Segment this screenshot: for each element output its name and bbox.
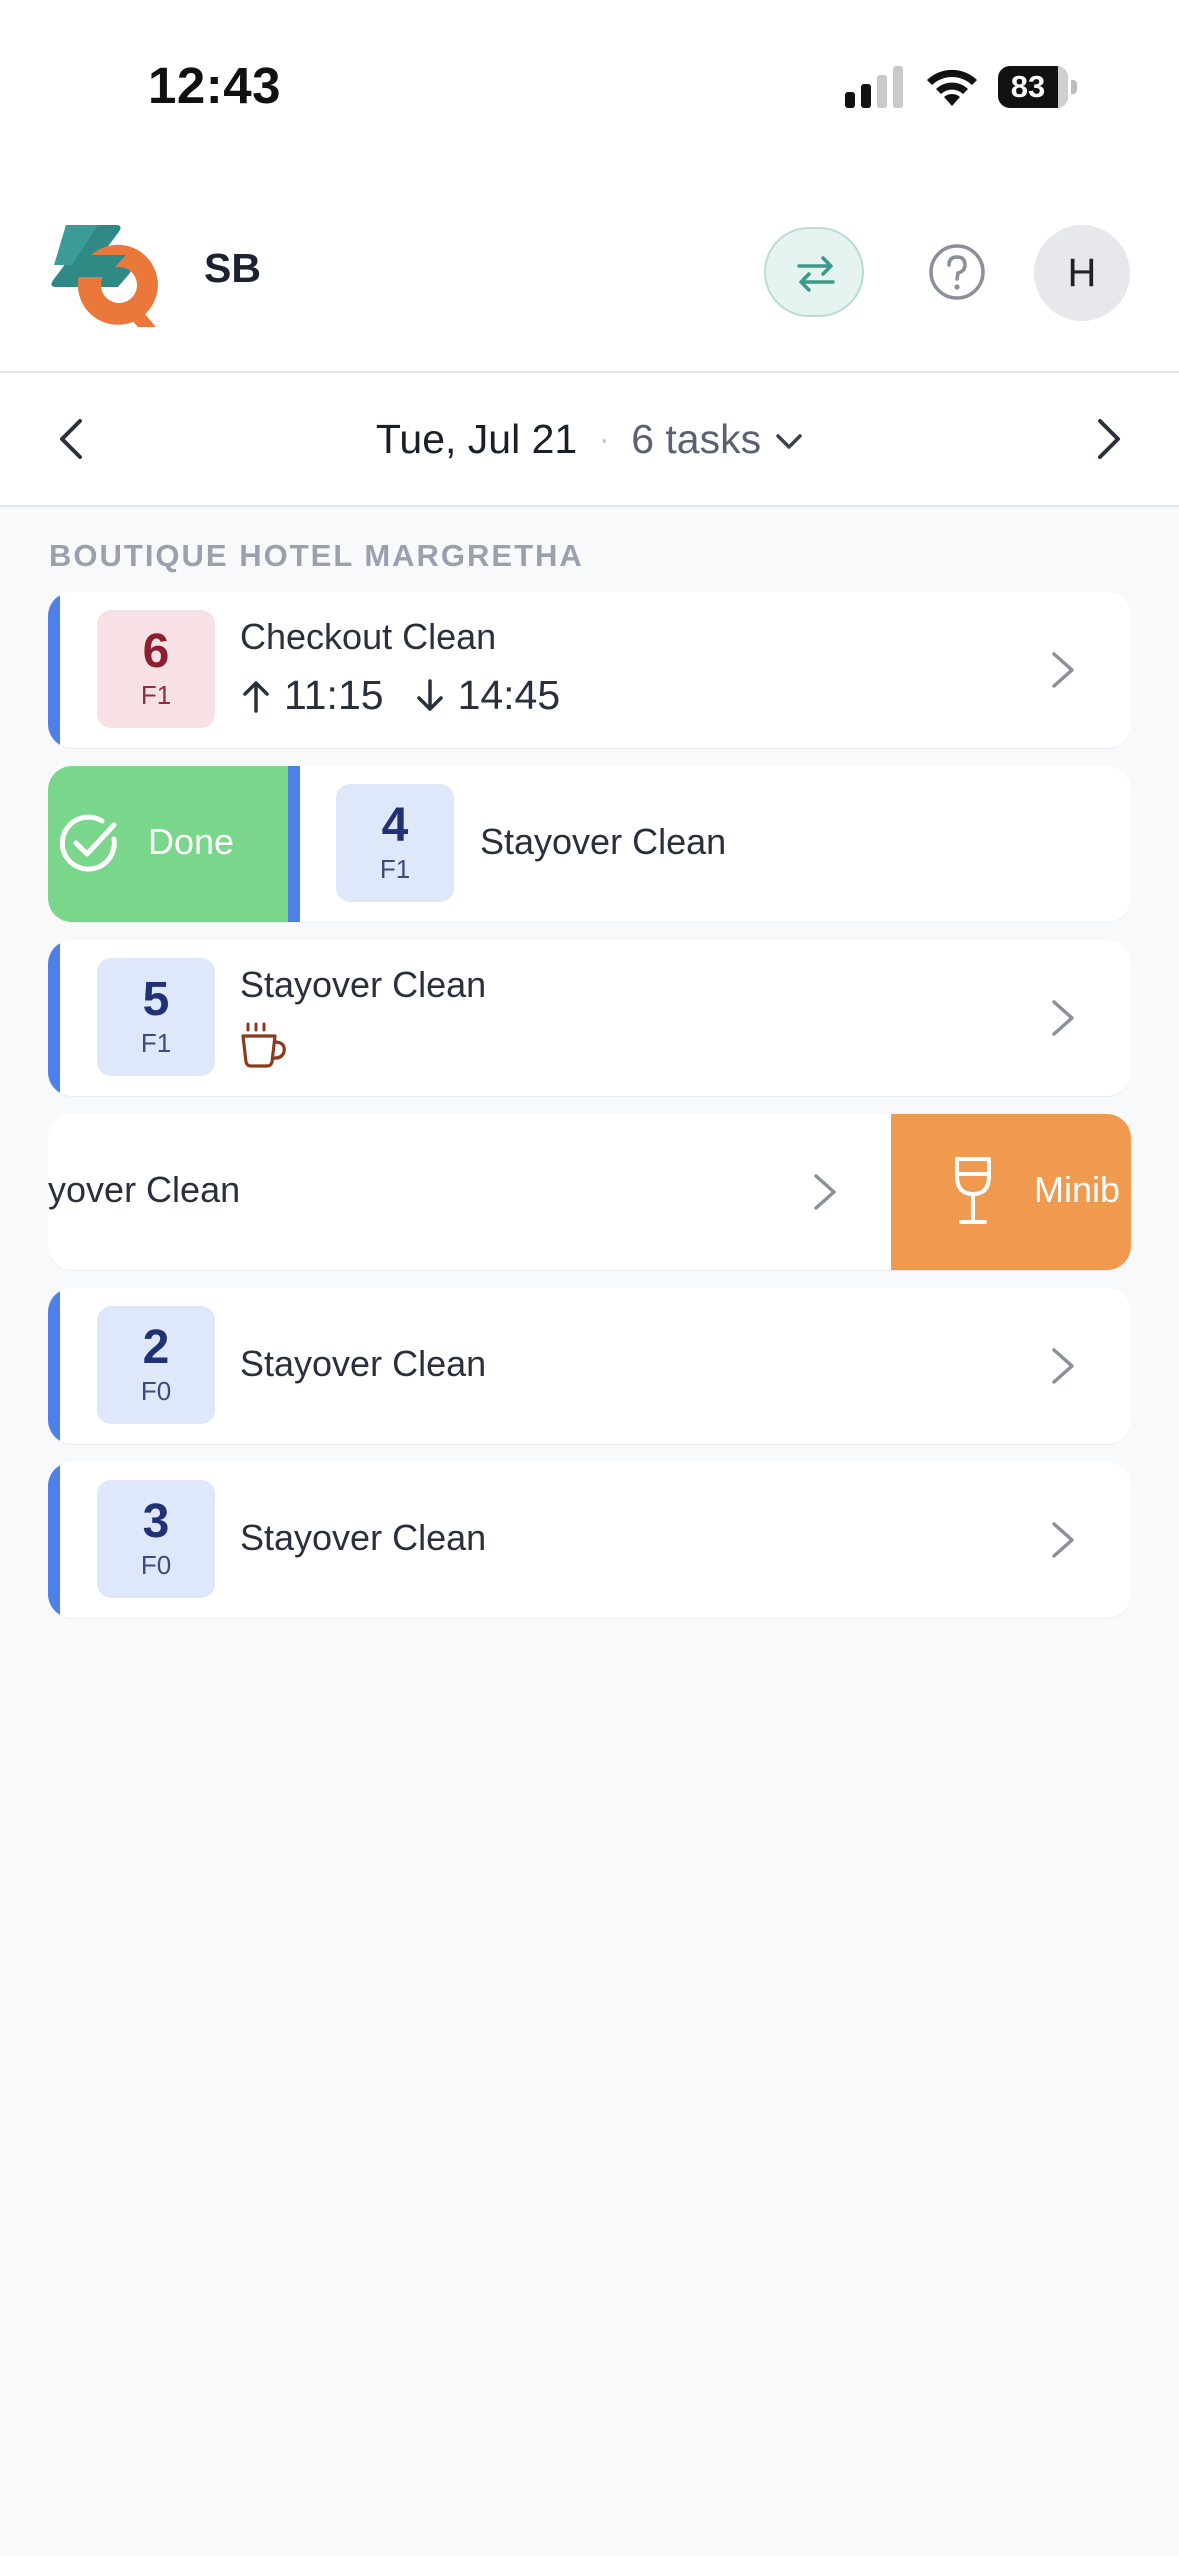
coffee-cup-icon bbox=[241, 1022, 286, 1068]
room-badge: 3 F0 bbox=[97, 1480, 215, 1598]
switch-view-button[interactable] bbox=[764, 227, 864, 317]
task-card-content: 4 F1 Stayover Clean bbox=[288, 766, 1131, 922]
room-number: 4 bbox=[381, 799, 409, 852]
task-card-room-2[interactable]: 2 F0 Stayover Clean bbox=[48, 1288, 1131, 1444]
mark-done-button[interactable]: Done bbox=[48, 766, 288, 922]
wifi-icon bbox=[927, 69, 977, 106]
room-number: 5 bbox=[142, 973, 170, 1026]
switch-arrows-icon bbox=[797, 256, 835, 292]
help-icon[interactable] bbox=[927, 242, 987, 302]
org-name: SB bbox=[204, 245, 261, 291]
date-separator: · bbox=[599, 423, 610, 456]
task-status-bar bbox=[48, 592, 60, 748]
check-circle-icon bbox=[59, 814, 117, 872]
date-selector[interactable]: Tue, Jul 21 · 6 tasks bbox=[0, 373, 1179, 505]
chevron-down-icon bbox=[776, 434, 802, 449]
room-floor: F0 bbox=[140, 1550, 172, 1580]
task-times: 11:15 14:45 bbox=[240, 672, 560, 719]
task-title: Stayover Clean bbox=[240, 1517, 487, 1558]
battery-level: 83 bbox=[1010, 69, 1046, 104]
task-status-bar bbox=[48, 1462, 60, 1618]
task-card-room-3[interactable]: 3 F0 Stayover Clean bbox=[48, 1462, 1131, 1618]
task-card-room-5[interactable]: 5 F1 Stayover Clean bbox=[48, 940, 1131, 1096]
chevron-right-icon bbox=[1052, 1348, 1074, 1384]
previous-day-button[interactable] bbox=[48, 413, 98, 465]
room-number: 2 bbox=[142, 1321, 170, 1374]
app-header: SB H bbox=[0, 175, 1179, 373]
room-badge: 5 F1 bbox=[97, 958, 215, 1076]
room-floor: F0 bbox=[140, 1376, 172, 1406]
battery-icon: 83 bbox=[998, 66, 1080, 108]
room-floor: F1 bbox=[379, 854, 411, 884]
next-day-button[interactable] bbox=[1082, 413, 1132, 465]
minibar-button[interactable]: Minib bbox=[891, 1114, 1131, 1270]
room-floor: F1 bbox=[140, 1028, 172, 1058]
task-title: ayover Clean bbox=[48, 1169, 241, 1210]
task-title: Stayover Clean bbox=[240, 964, 487, 1005]
chevron-right-icon bbox=[1052, 1522, 1074, 1558]
room-badge: 4 F1 bbox=[336, 784, 454, 902]
task-count: 6 tasks bbox=[631, 416, 762, 462]
chevron-right-icon bbox=[1052, 652, 1074, 688]
task-title: Stayover Clean bbox=[240, 1343, 487, 1384]
task-status-bar bbox=[48, 940, 60, 1096]
task-card-room-4[interactable]: Done 4 F1 Stayover Clean bbox=[48, 766, 1131, 922]
room-number: 6 bbox=[142, 625, 170, 678]
current-date: Tue, Jul 21 bbox=[375, 416, 578, 462]
chevron-right-icon bbox=[814, 1174, 836, 1210]
task-title: Checkout Clean bbox=[240, 616, 497, 657]
wine-glass-icon bbox=[955, 1157, 991, 1224]
task-card-room-6[interactable]: 6 F1 Checkout Clean 11:15 14:45 bbox=[48, 592, 1131, 748]
done-label: Done bbox=[148, 821, 235, 862]
room-badge: 2 F0 bbox=[97, 1306, 215, 1424]
room-number: 3 bbox=[142, 1495, 170, 1548]
task-card-swiped[interactable]: ayover Clean Minib bbox=[48, 1114, 1131, 1270]
chevron-right-icon bbox=[1052, 1000, 1074, 1036]
avatar[interactable]: H bbox=[1034, 225, 1130, 321]
arrow-down-icon bbox=[416, 679, 443, 711]
app-logo[interactable] bbox=[46, 215, 168, 330]
task-status-bar bbox=[48, 1288, 60, 1444]
task-title: Stayover Clean bbox=[480, 821, 727, 862]
departure-time: 14:45 bbox=[457, 672, 561, 718]
date-nav: Tue, Jul 21 · 6 tasks bbox=[0, 373, 1179, 507]
status-time: 12:43 bbox=[148, 57, 281, 114]
minibar-label: Minib bbox=[1034, 1169, 1121, 1210]
status-bar: 12:43 83 bbox=[0, 0, 1179, 175]
arrival-time: 11:15 bbox=[284, 672, 384, 718]
task-status-bar bbox=[288, 766, 300, 922]
property-name: BOUTIQUE HOTEL MARGRETHA bbox=[49, 538, 584, 573]
arrow-up-icon bbox=[243, 681, 269, 713]
room-badge: 6 F1 bbox=[97, 610, 215, 728]
cellular-signal-icon bbox=[845, 66, 903, 108]
room-floor: F1 bbox=[140, 680, 172, 710]
